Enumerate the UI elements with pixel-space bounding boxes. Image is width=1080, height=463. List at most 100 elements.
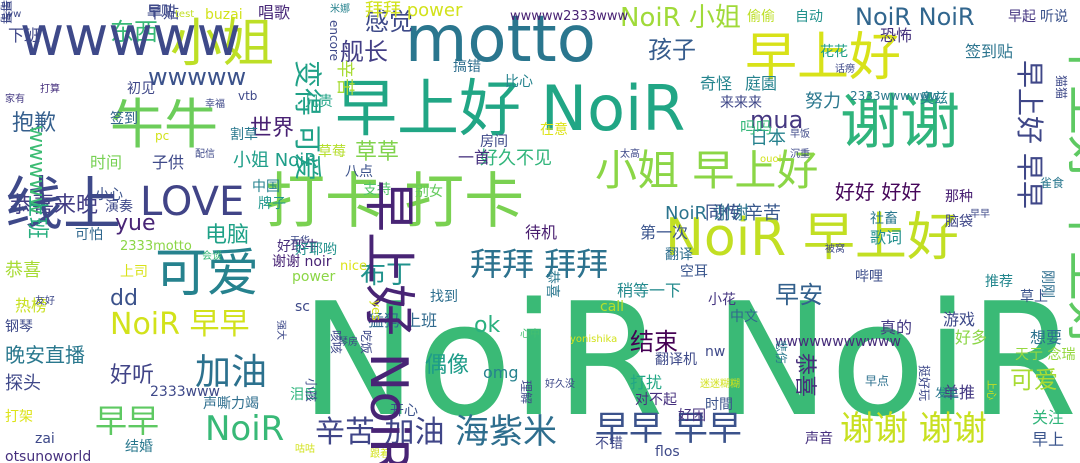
cloud-word: 翻译机 <box>655 352 697 368</box>
cloud-word: 偶像 <box>425 353 470 378</box>
cloud-word: 早上好 早早 <box>1013 60 1046 209</box>
cloud-word: 听说 <box>1040 9 1068 25</box>
cloud-word: 一首 <box>458 148 491 167</box>
cloud-word: nw <box>705 344 726 360</box>
cloud-word: 早上 <box>1032 430 1065 449</box>
cloud-word: 迷迷糊糊 <box>700 379 740 390</box>
cloud-word: 辛苦 <box>334 60 355 96</box>
cloud-word: otsunoworld <box>5 449 92 463</box>
cloud-word: NoiR NoiR <box>855 3 975 31</box>
cloud-word: 早点 <box>865 374 890 388</box>
cloud-word: 自动 <box>795 9 823 25</box>
cloud-word: NoiR <box>205 409 285 449</box>
cloud-word: 友好 <box>35 296 55 307</box>
cloud-word: 2333motto <box>120 239 192 254</box>
cloud-word: 打扰 <box>630 373 663 392</box>
cloud-word: 签到贴 <box>965 42 1014 61</box>
cloud-word: 早起 <box>1008 9 1036 25</box>
cloud-word: 米娜 <box>330 4 350 15</box>
cloud-word: 恐怖 <box>880 26 913 45</box>
cloud-word: 空耳 <box>680 264 708 280</box>
cloud-word: 游戏 <box>943 310 976 329</box>
cloud-word: 配信 <box>195 149 215 160</box>
cloud-word: 脑袋 <box>945 214 973 230</box>
cloud-word: 变得 可爱 <box>291 60 324 181</box>
cloud-word: 八点 <box>345 164 373 180</box>
cloud-word: 上班 <box>24 195 49 240</box>
cloud-word: 强大 <box>275 320 286 340</box>
cloud-word: 吃饭 <box>359 330 373 355</box>
cloud-word: 小孩 <box>304 378 318 403</box>
cloud-word: 辛苦 <box>745 203 781 224</box>
cloud-word: 悲伤 <box>774 340 788 365</box>
cloud-word: 孩子 <box>648 36 696 64</box>
cloud-word: 奇怪 <box>700 74 733 93</box>
cloud-word: 吗吗 <box>740 118 773 137</box>
cloud-word: 庭園 <box>745 74 778 93</box>
cloud-word: wwwwwwwwwww <box>775 334 901 350</box>
cloud-word: wwwww2333www <box>510 9 629 24</box>
cloud-word: 房间 <box>480 134 508 150</box>
cloud-word: 找到 <box>430 289 458 305</box>
cloud-word: 2333wwwwww <box>850 89 940 103</box>
cloud-word: 子供 <box>152 153 185 172</box>
cloud-word: 太高 <box>620 149 640 160</box>
cloud-word: flos <box>655 444 680 460</box>
cloud-word: 被窝 <box>825 244 845 255</box>
cloud-word: 初见 <box>127 81 155 97</box>
cloud-word: 结婚 <box>125 439 153 455</box>
cloud-word: zai <box>35 431 55 447</box>
cloud-word: 时間 <box>705 397 733 413</box>
cloud-word: 割草 <box>230 127 258 143</box>
cloud-word: 好困 <box>678 408 706 424</box>
cloud-word: 别女 <box>415 184 443 200</box>
cloud-word: 哥哥 <box>0 0 13 25</box>
cloud-word: 好久没 <box>545 379 575 390</box>
cloud-word: sc <box>295 299 310 315</box>
cloud-word: yue <box>115 211 156 236</box>
cloud-word: encore <box>327 20 341 61</box>
cloud-word: 翻译 <box>665 247 693 263</box>
cloud-word: 打算 <box>40 84 60 95</box>
cloud-word: 早上好 NoiR <box>358 180 418 463</box>
cloud-word: 来来来 <box>720 95 762 111</box>
cloud-word: 比心 <box>505 74 533 90</box>
cloud-word: vtb <box>238 89 258 103</box>
cloud-word: 声音 <box>805 431 833 447</box>
cloud-word: 发生 <box>935 386 960 400</box>
cloud-word: 咳咳 <box>329 330 343 355</box>
word-cloud: NoiR NoiR motto 早上好 NoiR 打卡 打卡 谢谢 牛牛 小姐 早上好 NoiR… <box>0 0 1080 463</box>
cloud-word: 家有 <box>5 94 25 105</box>
cloud-word: 好多 <box>955 328 988 347</box>
cloud-word: 电脑 <box>205 223 250 248</box>
cloud-word: dd <box>110 286 138 311</box>
cloud-word: wwwww <box>148 63 247 91</box>
cloud-word: 猫猫 <box>1054 75 1068 100</box>
cloud-word: 早早 <box>970 209 990 220</box>
cloud-word: 早饭 <box>790 129 810 140</box>
cloud-word: 海紫米 <box>455 412 557 452</box>
cloud-word: 天华 <box>290 236 310 247</box>
cloud-word: 时间 <box>90 153 123 172</box>
cloud-word: 结束 <box>630 328 678 356</box>
cloud-word: 可爱 <box>1010 366 1058 394</box>
cloud-word: 想要 <box>1030 328 1063 347</box>
cloud-word: yonishika <box>570 334 618 345</box>
cloud-word: 对不起 <box>635 392 677 408</box>
cloud-word: NoiR 小姐 <box>620 3 741 33</box>
cloud-word: 中国 <box>252 179 280 195</box>
cloud-word: 同传 <box>705 203 741 224</box>
cloud-word: ok <box>474 313 501 338</box>
cloud-word: 草草 <box>355 140 400 165</box>
cloud-word: 2333www <box>150 384 220 400</box>
cloud-word: 花花 <box>820 44 848 60</box>
cloud-word: 沉重 <box>790 149 810 160</box>
cloud-word: 中文 <box>730 309 758 325</box>
cloud-word: 上心 <box>985 380 996 400</box>
cloud-word: 哔哩 <box>855 269 883 285</box>
cloud-word: 歌词 <box>870 228 903 247</box>
cloud-word: 早早 <box>95 402 160 440</box>
cloud-word: ouol <box>760 154 782 165</box>
cloud-word: 唱歌 <box>258 3 291 22</box>
cloud-word: omg <box>483 363 519 382</box>
